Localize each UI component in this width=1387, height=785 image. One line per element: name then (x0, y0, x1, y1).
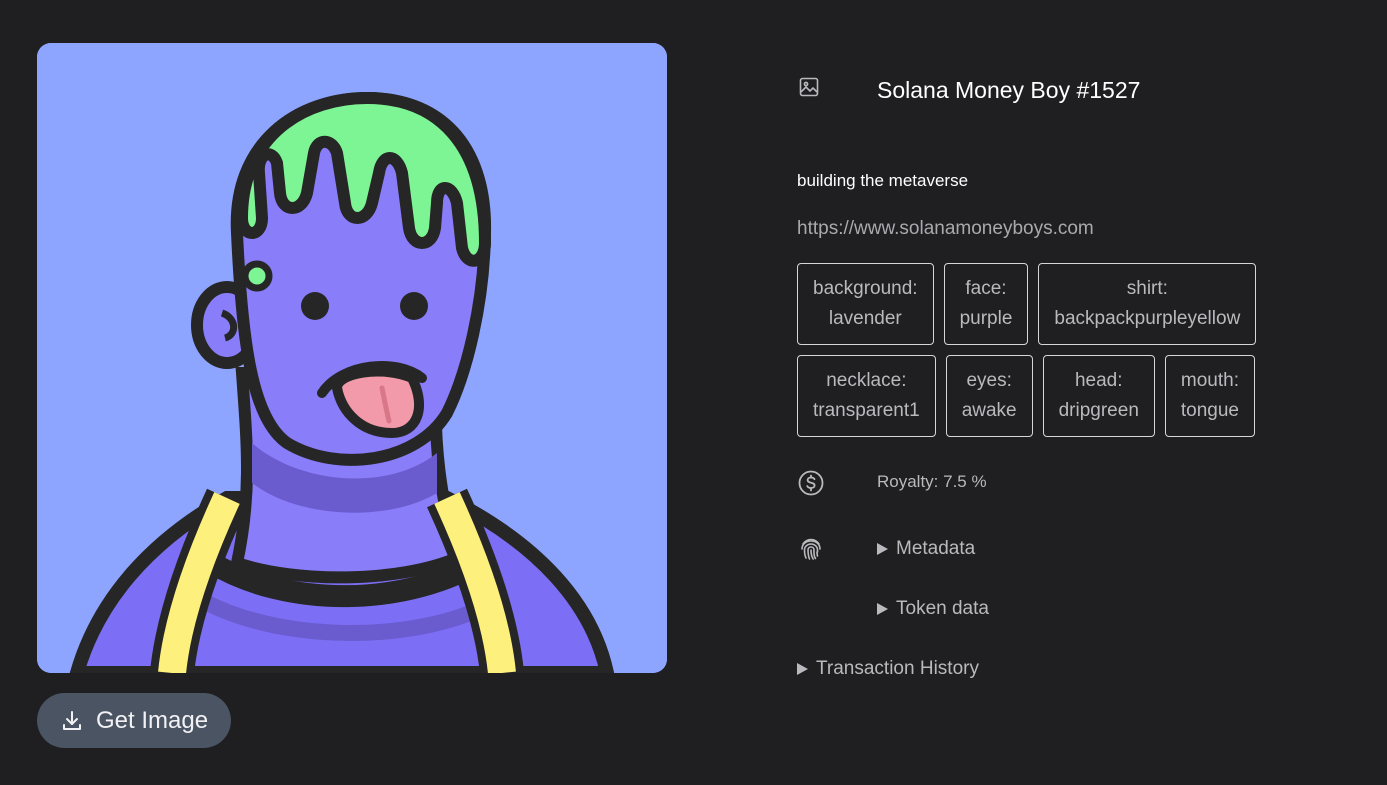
attribute-chip: necklace: transparent1 (797, 355, 936, 437)
attribute-trait: shirt: (1126, 278, 1168, 299)
disclosure-triangle-icon (797, 663, 808, 675)
external-link[interactable]: https://www.solanamoneyboys.com (797, 218, 1094, 240)
metadata-label: Metadata (896, 538, 976, 559)
attribute-chip: shirt: backpackpurpleyellow (1038, 263, 1257, 345)
metadata-toggle[interactable]: Metadata (877, 538, 975, 560)
attribute-value: transparent1 (813, 400, 920, 421)
attribute-trait: eyes: (966, 370, 1012, 391)
disclosure-triangle-icon (877, 603, 888, 615)
nft-image (37, 43, 667, 673)
attributes-row: background: lavender face: purple shirt:… (797, 263, 1287, 345)
attribute-chip: face: purple (943, 263, 1029, 345)
attribute-chip: mouth: tongue (1164, 355, 1256, 437)
attribute-chip: background: lavender (797, 263, 934, 345)
token-data-label: Token data (896, 598, 989, 619)
attributes-row: necklace: transparent1 eyes: awake head:… (797, 355, 1287, 437)
attributes-list: background: lavender face: purple shirt:… (797, 263, 1287, 447)
transaction-history-toggle[interactable]: Transaction History (797, 658, 979, 680)
attribute-value: tongue (1180, 400, 1240, 421)
attribute-trait: mouth: (1180, 370, 1239, 391)
attribute-trait: background: (813, 278, 918, 299)
fingerprint-icon (801, 538, 821, 560)
attribute-chip: head: dripgreen (1042, 355, 1155, 437)
download-icon (63, 710, 81, 730)
attribute-trait: necklace: (826, 370, 907, 391)
token-data-toggle[interactable]: Token data (877, 598, 989, 620)
attribute-value: dripgreen (1058, 400, 1139, 421)
attribute-value: lavender (828, 308, 902, 329)
royalty-row: Royalty: 7.5 % (797, 469, 1197, 497)
disclosure-triangle-icon (877, 543, 888, 555)
attribute-value: awake (961, 400, 1017, 421)
royalty-label: Royalty: 7.5 % (877, 472, 987, 491)
attribute-value: purple (959, 308, 1013, 329)
get-image-label: Get Image (96, 706, 209, 734)
attribute-trait: head: (1074, 370, 1123, 391)
attribute-chip: eyes: awake (945, 355, 1033, 437)
transaction-history-label: Transaction History (816, 658, 979, 679)
nft-title: Solana Money Boy #1527 (877, 77, 1141, 103)
image-icon (799, 77, 819, 97)
get-image-button[interactable]: Get Image (37, 693, 231, 748)
nft-description: building the metaverse (797, 171, 969, 190)
dollar-circle-icon (798, 470, 824, 496)
attribute-value: backpackpurpleyellow (1054, 308, 1241, 329)
attribute-trait: face: (965, 278, 1007, 299)
